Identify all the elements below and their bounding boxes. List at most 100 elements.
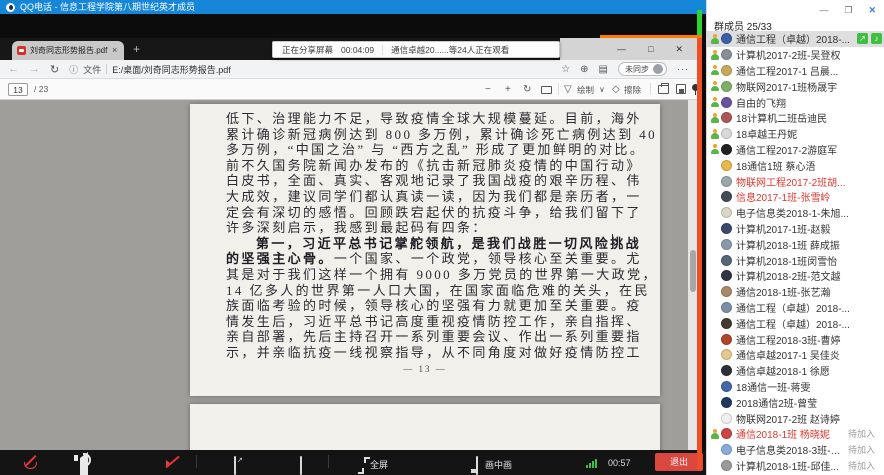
panel-close-button[interactable]: ✕ [868,4,876,16]
rotate-icon[interactable]: ↻ [523,83,531,96]
sharing-viewers-text: 通信卓越20......等24人正在观看 [391,44,509,56]
member-row[interactable]: 电子信息类2018-3班-肖...待加入 [707,442,884,458]
pdf-text: 低下、治理能力不足，导致疫情全球大规模蔓延。目前，海外累计确诊新冠病例达到 80… [226,111,632,361]
browser-restore-button[interactable]: □ [648,44,653,54]
member-name: 计算机2018-1班闵雪怡 [736,253,884,268]
member-row[interactable]: 物联网工程2017-2班胡... [707,173,884,189]
tab-title: 刘奇同志形势报告.pdf [30,45,108,56]
exit-call-button[interactable]: 退出 [655,453,703,471]
member-row[interactable]: 18卓越王丹妮 [707,126,884,142]
forward-icon[interactable]: → [29,63,40,75]
member-name: 物联网2017-1班杨晟宇 [736,79,884,94]
member-row[interactable]: 18计算机二班岳迪民 [707,110,884,126]
pdf-scrollbar[interactable] [688,100,697,450]
member-row[interactable]: 物联网2017-2班 赵诗婷 [707,410,884,426]
speaker-icon[interactable] [80,452,88,475]
member-row[interactable]: 通信工程（卓越）2018-... [707,315,884,331]
zoom-out-icon[interactable]: − [485,83,491,96]
status-placeholder [709,397,720,408]
member-row[interactable]: 自由的飞翔 [707,94,884,110]
share-border-orange [600,35,702,38]
favorites-list-icon[interactable]: ⊕ [580,64,588,75]
member-row[interactable]: 通信工程2018-3班-曹婷 [707,331,884,347]
member-row[interactable]: 信息2017-1班-张雪岭 [707,189,884,205]
status-placeholder [709,191,720,202]
member-avatar [721,160,732,171]
member-row[interactable]: 通信工程（卓越）2018-... [707,300,884,316]
pending-join-status: 待加入 [848,443,884,456]
fullscreen-label[interactable]: 全屏 [370,458,388,471]
call-duration: 00:57 [608,458,631,468]
member-row[interactable]: 计算机2017-2班-吴登权 [707,47,884,63]
panel-restore-button[interactable]: ❐ [844,4,852,16]
pdf-text-line: 低下、治理能力不足，导致疫情全球大规模蔓延。目前，海外 [226,111,632,127]
new-tab-button[interactable]: + [133,42,140,56]
status-placeholder [709,160,720,171]
member-row[interactable]: 通信工程2017-2游庭军 [707,142,884,158]
member-row[interactable]: 2018通信2班-曾莹 [707,394,884,410]
member-row[interactable]: 通信工程（卓越）2018-...↗♪ [707,31,884,47]
member-row[interactable]: 计算机2018-1班-邱佳...待加入 [707,458,884,474]
pdf-text-line: 其是对于我们这样一个拥有 9000 多万党员的世界第一大政党， [226,267,632,283]
member-row[interactable]: 计算机2017-1班-赵毅 [707,221,884,237]
pdf-page-footer: — 13 — [190,364,660,374]
browser-minimize-button[interactable]: — [617,44,626,54]
divider [558,83,559,95]
zoom-in-icon[interactable]: + [505,83,511,96]
pip-label[interactable]: 画中画 [485,458,512,471]
status-placeholder [709,302,720,313]
collections-icon[interactable]: ▤ [599,64,608,75]
tab-close-icon[interactable]: × [112,46,117,55]
pdf-scrollbar-thumb[interactable] [690,250,696,292]
call-window-title: QQ电话 - 信息工程学院第八期世纪英才成员 [20,0,195,14]
draw-label[interactable]: 绘制 [577,84,594,97]
chevron-down-icon[interactable]: ∨ [599,83,605,96]
refresh-icon[interactable]: ↻ [50,63,59,76]
member-row[interactable]: 通信2018-1班 杨晓妮待加入 [707,426,884,442]
member-name: 18计算机二班岳迪民 [736,110,884,125]
member-row[interactable]: 通信工程2017-1 吕晨... [707,63,884,79]
member-row[interactable]: 计算机2018-1班 薛成振 [707,236,884,252]
panel-minimize-button[interactable]: — [819,4,828,16]
browser-close-button[interactable]: ✕ [675,44,683,55]
status-placeholder [709,381,720,392]
address-bar[interactable]: ⓘ 文件 E:/桌面/刘奇同志形势报告.pdf [69,63,551,76]
member-row[interactable]: 计算机2018-1班闵雪怡 [707,252,884,268]
browser-menu-icon[interactable]: ··· [677,64,689,74]
qq-logo-icon [6,3,15,12]
member-avatar [721,302,732,313]
pdf-text-line: 定会有深切的感悟。回顾跌宕起伏的抗疫斗争，给我们留下了 [226,205,632,221]
member-row[interactable]: 通信卓越2018-1 徐愿 [707,363,884,379]
member-row[interactable]: 通信卓越2017-1 吴佳炎 [707,347,884,363]
draw-icon[interactable]: ▽ [564,83,572,96]
profile-button[interactable]: 未同步 [618,62,667,76]
pdf-text-line: 累计确诊新冠病例达到 800 多万例，累计确诊死亡病例达到 40 [226,127,632,143]
screen-share-icon[interactable]: ↗ [234,456,236,475]
online-status-person-icon [709,65,720,76]
erase-icon[interactable]: ◇ [612,83,620,96]
print-icon[interactable] [658,85,669,94]
qq-titlebar: QQ电话 - 信息工程学院第八期世纪英才成员 [0,0,706,14]
member-row[interactable]: 物联网2017-1班杨晟宇 [707,78,884,94]
member-row[interactable]: 18通信一班-蒋雯 [707,379,884,395]
whiteboard-icon[interactable] [300,456,302,475]
member-row[interactable]: 计算机2018-2班-范文越 [707,268,884,284]
page-number-input[interactable]: 13 [8,83,28,96]
member-row[interactable]: 18通信1班 蔡心浯 [707,157,884,173]
member-name: 自由的飞翔 [736,95,884,110]
favorites-star-icon[interactable]: ☆ [561,64,570,75]
member-row[interactable]: 电子信息类2018-1-朱旭... [707,205,884,221]
status-placeholder [709,318,720,329]
fit-to-page-icon[interactable] [541,86,552,94]
member-name: 2018通信2班-曾莹 [736,395,884,410]
back-icon[interactable]: ← [8,63,19,75]
member-speaking-icon: ♪ [871,33,882,44]
save-icon[interactable] [676,84,686,94]
erase-label[interactable]: 擦除 [624,84,641,97]
browser-tab-pdf[interactable]: 刘奇同志形势报告.pdf × [12,41,124,60]
pip-icon[interactable] [476,456,478,475]
pdf-content-area[interactable]: 低下、治理能力不足，导致疫情全球大规模蔓延。目前，海外累计确诊新冠病例达到 80… [0,100,697,450]
page-info-icon[interactable]: ⓘ [69,63,78,76]
status-placeholder [709,365,720,376]
member-row[interactable]: 通信2018-1班-张艺瀚 [707,284,884,300]
